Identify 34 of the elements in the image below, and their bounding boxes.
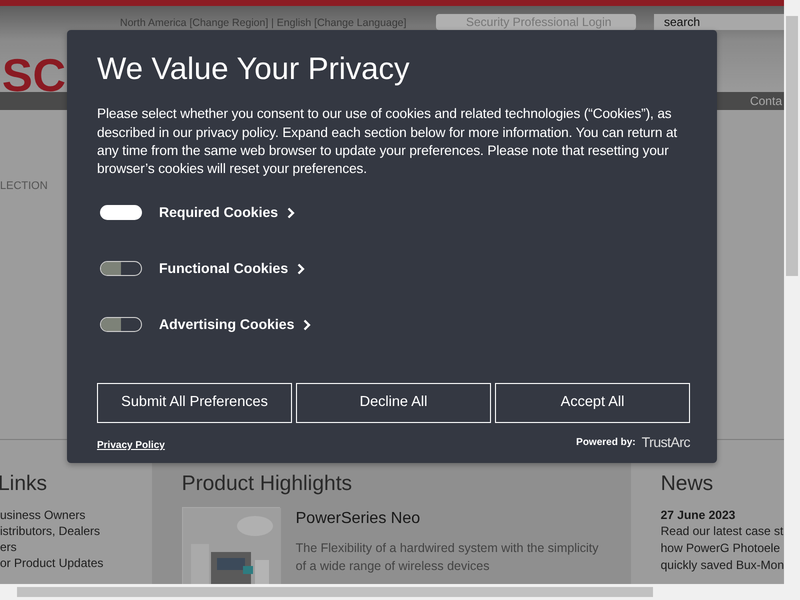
section-label: LECTION	[0, 179, 48, 194]
category-expand-button[interactable]: Advertising Cookies	[159, 314, 312, 336]
logo: SC	[2, 52, 66, 98]
quick-link[interactable]: or Product Updates	[0, 555, 152, 572]
section-heading: Product Highlights	[182, 471, 354, 497]
section-heading: Links	[0, 471, 48, 497]
toggle-switch[interactable]	[100, 261, 142, 276]
section-heading: News	[660, 471, 714, 497]
powered-by-label: Powered by:	[576, 436, 636, 450]
dialog-button[interactable]: Submit All Preferences	[97, 382, 292, 423]
toggle-switch[interactable]	[100, 317, 142, 332]
category-expand-button[interactable]: Required Cookies	[159, 202, 296, 224]
dialog-button[interactable]: Accept All	[495, 382, 690, 423]
product-title[interactable]: PowerSeries Neo	[296, 507, 601, 532]
nav-link[interactable]: Conta	[750, 92, 782, 110]
news-text: Read our latest case st how PowerG Photoele quickly saved Bux-Mon	[660, 523, 784, 574]
horizontal-scrollbar[interactable]	[0, 584, 800, 600]
vertical-scrollbar[interactable]	[784, 0, 800, 584]
dialog-button[interactable]: Decline All	[296, 382, 491, 423]
quick-link[interactable]: istributors, Dealers	[0, 523, 152, 540]
product-description: The Flexibility of a hardwired system with the simplicity of a wide range of wireless devices	[296, 540, 600, 576]
quick-link[interactable]: usiness Owners	[0, 507, 152, 524]
chevron-right-icon	[297, 262, 306, 275]
chevron-right-icon	[287, 206, 296, 219]
search-field[interactable]: search	[654, 14, 784, 30]
privacy-policy-link[interactable]: Privacy Policy	[97, 438, 165, 453]
news-date: 27 June 2023	[660, 507, 736, 524]
quick-link[interactable]: ers	[0, 539, 152, 556]
category-expand-button[interactable]: Functional Cookies	[159, 258, 306, 280]
dialog-title: We Value Your Privacy	[97, 50, 410, 88]
dialog-description: Please select whether you consent to our use of cookies and related technologies (“Cookies”), as described in our privacy policy. Expand each section below for more information. You can return at any time from the same web browser to update your preferences. Please note that resetting your browser’s cookies will reset your preferences.	[97, 105, 678, 178]
chevron-right-icon	[303, 318, 312, 331]
brand-logo: TrustArc	[642, 433, 690, 452]
region-language-text: North America [Change Region] | English [Change Language]	[120, 16, 406, 31]
